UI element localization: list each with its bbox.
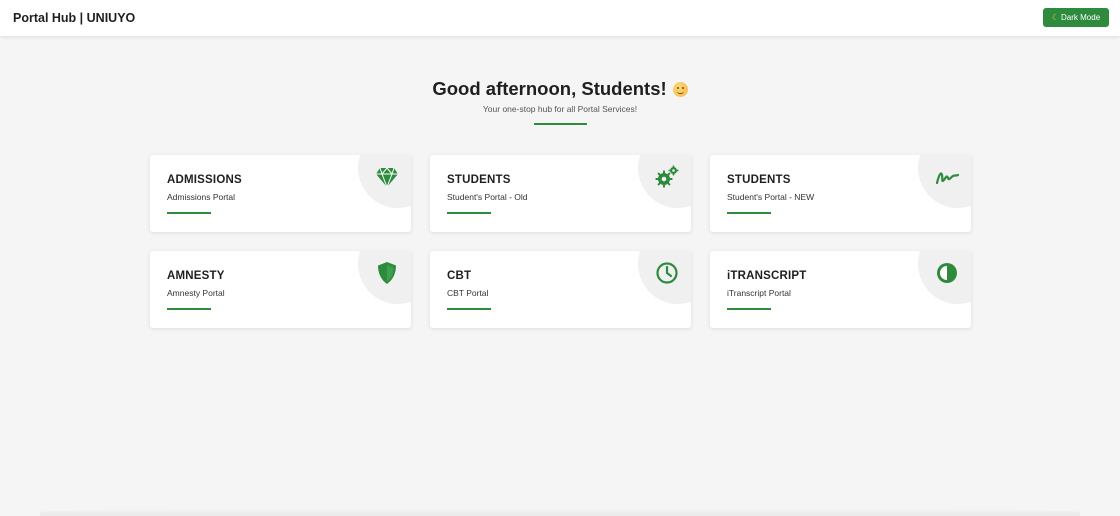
dark-mode-label: Dark Mode	[1061, 13, 1101, 22]
smiley-icon	[672, 81, 688, 97]
brand-title[interactable]: Portal Hub | UNIUYO	[13, 11, 135, 25]
dark-mode-button[interactable]: ☾ Dark Mode	[1043, 8, 1109, 27]
card-subtitle: Admissions Portal	[167, 192, 236, 202]
hero-section: Good afternoon, Students! Your one-stop …	[0, 78, 1120, 125]
greeting-heading: Good afternoon, Students!	[432, 78, 688, 100]
card-subtitle: CBT Portal	[447, 288, 489, 298]
card-title: STUDENTS	[727, 174, 791, 186]
portal-card-amnesty[interactable]: AMNESTY Amnesty Portal	[150, 251, 411, 328]
moon-icon: ☾	[1051, 13, 1060, 22]
card-title: ADMISSIONS	[167, 174, 242, 186]
greeting-text: Good afternoon, Students!	[432, 78, 667, 99]
hero-tagline: Your one-stop hub for all Portal Service…	[482, 104, 638, 114]
card-underline	[447, 308, 491, 310]
card-subtitle: Student's Portal - Old	[447, 192, 528, 202]
card-subtitle: Student's Portal - NEW	[727, 192, 815, 202]
portal-card-students-old[interactable]: STUDENTS Student's Portal - Old	[430, 155, 691, 232]
bottom-edge-shadow	[40, 508, 1080, 516]
shield-icon	[378, 262, 396, 284]
gears-icon	[655, 165, 679, 188]
card-underline	[167, 308, 211, 310]
card-title: iTRANSCRIPT	[727, 270, 807, 282]
card-underline	[727, 212, 771, 214]
card-underline	[447, 212, 491, 214]
card-subtitle: iTranscript Portal	[727, 288, 791, 298]
diamond-icon	[376, 167, 398, 189]
card-underline	[167, 212, 211, 214]
portal-card-students-new[interactable]: STUDENTS Student's Portal - NEW	[710, 155, 971, 232]
card-title: AMNESTY	[167, 270, 225, 282]
clock-icon	[656, 262, 678, 284]
top-navbar: Portal Hub | UNIUYO ☾ Dark Mode	[0, 0, 1120, 36]
portal-card-cbt[interactable]: CBT CBT Portal	[430, 251, 691, 328]
portal-card-admissions[interactable]: ADMISSIONS Admissions Portal	[150, 155, 411, 232]
card-subtitle: Amnesty Portal	[167, 288, 225, 298]
signature-icon	[935, 172, 960, 185]
half-circle-icon	[937, 263, 957, 283]
card-title: STUDENTS	[447, 174, 511, 186]
hero-divider	[533, 123, 587, 125]
card-underline	[727, 308, 771, 310]
card-title: CBT	[447, 270, 472, 282]
portal-card-itranscript[interactable]: iTRANSCRIPT iTranscript Portal	[710, 251, 971, 328]
